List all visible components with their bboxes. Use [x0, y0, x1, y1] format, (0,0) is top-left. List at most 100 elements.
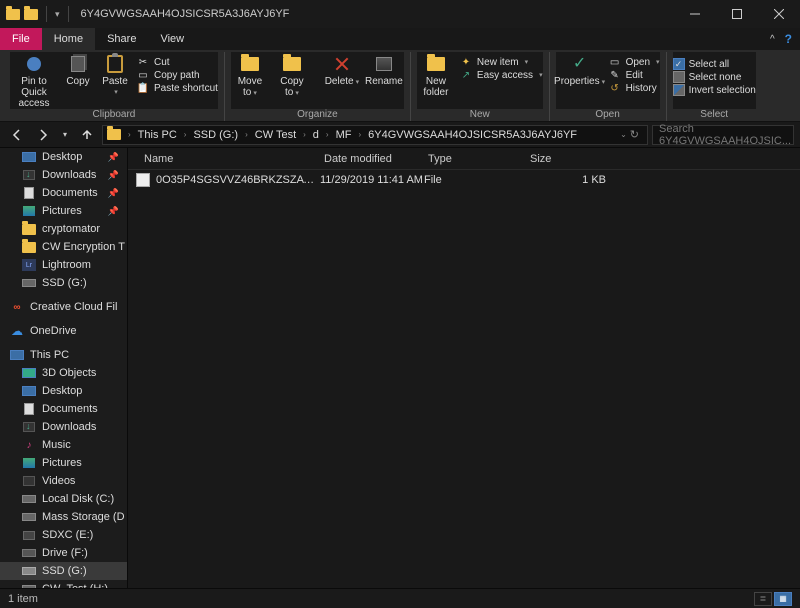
delete-icon — [334, 56, 350, 72]
properties-button[interactable]: ✓ Properties▾ — [556, 54, 604, 87]
copy-to-button[interactable]: Copy to▾ — [273, 54, 311, 98]
move-to-button[interactable]: Move to▾ — [231, 54, 269, 98]
open-button[interactable]: ▭Open▾ — [608, 56, 660, 68]
copy-path-button[interactable]: ▭Copy path — [136, 69, 218, 81]
breadcrumb-seg[interactable]: CW Test — [251, 129, 300, 141]
sidebar-item[interactable]: Downloads — [0, 418, 127, 436]
sidebar-item-this-pc[interactable]: This PC — [0, 346, 127, 364]
col-name[interactable]: Name — [136, 153, 316, 165]
separator — [68, 6, 69, 22]
drive-icon — [22, 583, 36, 588]
help-icon[interactable]: ? — [785, 32, 792, 46]
sidebar-item[interactable]: Documents📌 — [0, 184, 127, 202]
address-dropdown-icon[interactable]: ⌄ — [620, 130, 627, 139]
sidebar-item[interactable]: ♪Music — [0, 436, 127, 454]
col-type[interactable]: Type — [420, 153, 522, 165]
chevron-right-icon[interactable]: › — [244, 130, 249, 139]
ribbon-collapse-icon[interactable]: ^ — [770, 34, 775, 45]
chevron-right-icon[interactable]: › — [357, 130, 362, 139]
view-tab[interactable]: View — [148, 28, 196, 50]
sidebar-item[interactable]: Desktop — [0, 382, 127, 400]
file-tab[interactable]: File — [0, 28, 42, 50]
sidebar-item-creative-cloud[interactable]: ∞Creative Cloud Fil — [0, 298, 127, 316]
select-all-button[interactable]: ✓Select all — [673, 58, 756, 70]
file-row[interactable]: 0O35P4SGSVVZ46BRKZSZATKTSCY2Y6GJ...11/29… — [128, 170, 800, 190]
copy-button[interactable]: Copy — [62, 54, 94, 87]
breadcrumb-seg[interactable]: This PC — [134, 129, 181, 141]
close-button[interactable] — [758, 0, 800, 28]
breadcrumb-seg[interactable]: MF — [332, 129, 356, 141]
paste-button[interactable]: Paste ▾ — [98, 54, 132, 97]
sidebar-item-onedrive[interactable]: ☁OneDrive — [0, 322, 127, 340]
sidebar-item[interactable]: 3D Objects — [0, 364, 127, 382]
invert-selection-button[interactable]: Invert selection — [673, 84, 756, 96]
sidebar-item[interactable]: Pictures📌 — [0, 202, 127, 220]
file-list[interactable]: 0O35P4SGSVVZ46BRKZSZATKTSCY2Y6GJ...11/29… — [128, 170, 800, 588]
column-headers: Name Date modified Type Size — [128, 148, 800, 170]
3d-icon — [22, 367, 36, 379]
minimize-button[interactable] — [674, 0, 716, 28]
qat-dropdown-icon[interactable]: ▾ — [55, 9, 60, 20]
paste-shortcut-button[interactable]: 📋Paste shortcut — [136, 82, 218, 94]
search-input[interactable]: Search 6Y4GVWGSAAH4OJSIC... — [652, 125, 794, 145]
chevron-right-icon[interactable]: › — [127, 130, 132, 139]
ribbon: Pin to Quick access Copy Paste ▾ ✂Cut ▭C… — [0, 50, 800, 122]
sidebar-item[interactable]: Mass Storage (D — [0, 508, 127, 526]
doc-icon — [22, 187, 36, 199]
large-icons-view-button[interactable]: ▦ — [774, 592, 792, 606]
history-button[interactable]: ↺History — [608, 82, 660, 94]
col-date-modified[interactable]: Date modified — [316, 153, 420, 165]
breadcrumb-seg[interactable]: 6Y4GVWGSAAH4OJSICSR5A3J6AYJ6YF — [364, 129, 581, 141]
address-bar[interactable]: › This PC › SSD (G:) › CW Test › d › MF … — [102, 125, 648, 145]
sidebar-item[interactable]: cryptomator — [0, 220, 127, 238]
sidebar-item[interactable]: LrLightroom — [0, 256, 127, 274]
sidebar-item[interactable]: CW Encryption T — [0, 238, 127, 256]
cut-button[interactable]: ✂Cut — [136, 56, 218, 68]
properties-icon: ✓ — [573, 55, 586, 73]
sidebar-item[interactable]: CW_Test (H:) — [0, 580, 127, 588]
sidebar-item[interactable]: Downloads📌 — [0, 166, 127, 184]
chevron-right-icon[interactable]: › — [183, 130, 188, 139]
delete-button[interactable]: Delete▾ — [324, 54, 360, 87]
sidebar-item[interactable]: SDXC (E:) — [0, 526, 127, 544]
up-button[interactable] — [76, 125, 98, 145]
back-button[interactable] — [6, 125, 28, 145]
forward-button[interactable] — [32, 125, 54, 145]
breadcrumb-seg[interactable]: d — [309, 129, 323, 141]
new-item-button[interactable]: ✦New item▾ — [459, 56, 543, 68]
col-size[interactable]: Size — [522, 153, 602, 165]
details-view-button[interactable]: ≣ — [754, 592, 772, 606]
move-icon — [241, 57, 259, 71]
recent-locations-button[interactable]: ▾ — [58, 125, 72, 145]
sidebar-item[interactable]: Documents — [0, 400, 127, 418]
select-none-button[interactable]: Select none — [673, 71, 756, 83]
music-icon: ♪ — [22, 439, 36, 451]
chevron-right-icon[interactable]: › — [302, 130, 307, 139]
nav-pane[interactable]: Desktop📌Downloads📌Documents📌Pictures📌cry… — [0, 148, 128, 588]
sidebar-item[interactable]: Drive (F:) — [0, 544, 127, 562]
invert-icon — [673, 84, 685, 96]
refresh-button[interactable]: ↻ — [630, 128, 639, 141]
select-label: Select — [673, 109, 756, 121]
clipboard-label: Clipboard — [10, 109, 218, 121]
rename-button[interactable]: Rename — [364, 54, 404, 87]
easy-access-icon: ↗ — [459, 69, 473, 81]
sidebar-item[interactable]: SSD (G:) — [0, 562, 127, 580]
drive-icon — [22, 277, 36, 289]
sidebar-item[interactable]: Desktop📌 — [0, 148, 127, 166]
sidebar-item[interactable]: Videos — [0, 472, 127, 490]
breadcrumb-seg[interactable]: SSD (G:) — [189, 129, 242, 141]
chevron-right-icon[interactable]: › — [325, 130, 330, 139]
sidebar-item[interactable]: SSD (G:) — [0, 274, 127, 292]
edit-button[interactable]: ✎Edit — [608, 69, 660, 81]
share-tab[interactable]: Share — [95, 28, 148, 50]
organize-group: Move to▾ Copy to▾ Delete▾ Rename Organiz… — [225, 52, 411, 121]
easy-access-button[interactable]: ↗Easy access▾ — [459, 69, 543, 81]
maximize-button[interactable] — [716, 0, 758, 28]
sidebar-item[interactable]: Local Disk (C:) — [0, 490, 127, 508]
ribbon-tabs: File Home Share View ^ ? — [0, 28, 800, 50]
pin-to-quick-access-button[interactable]: Pin to Quick access — [10, 54, 58, 109]
home-tab[interactable]: Home — [42, 28, 95, 50]
new-folder-button[interactable]: New folder — [417, 54, 455, 98]
sidebar-item[interactable]: Pictures — [0, 454, 127, 472]
